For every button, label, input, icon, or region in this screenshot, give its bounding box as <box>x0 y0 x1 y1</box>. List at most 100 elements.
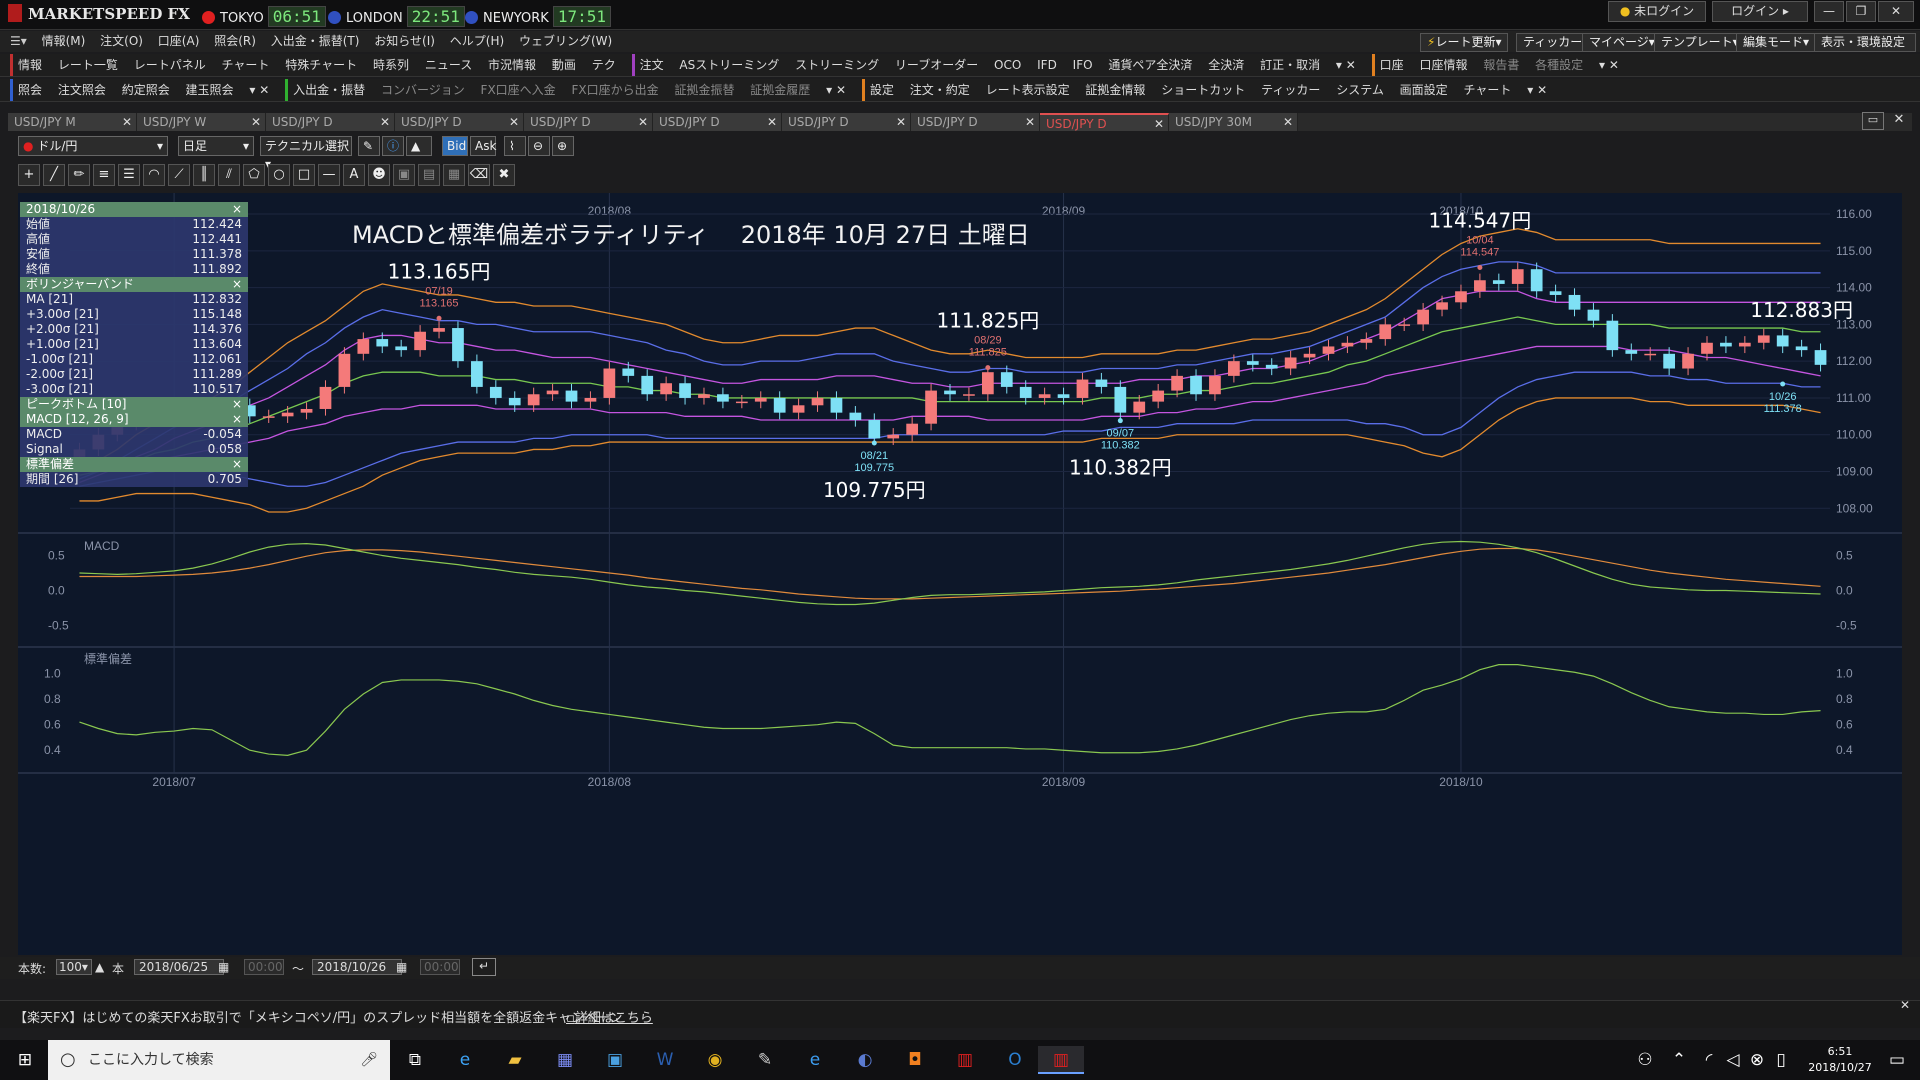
tab-chart[interactable]: USD/JPY D ✕ <box>911 113 1040 131</box>
tb-exec-inquiry[interactable]: 約定照会 <box>122 79 170 101</box>
tab-chart[interactable]: USD/JPY D ✕ <box>266 113 395 131</box>
marketspeed-fx-icon[interactable]: ▥ <box>1038 1046 1084 1074</box>
close-icon[interactable]: × <box>232 277 242 292</box>
tb-info[interactable]: 情報 <box>10 54 42 76</box>
menu-info[interactable]: 情報(M) <box>42 31 86 52</box>
explorer-icon[interactable]: ▰ <box>498 1046 532 1074</box>
tb-news[interactable]: ニュース <box>425 54 472 76</box>
tb-rate-panel[interactable]: レートパネル <box>134 54 206 76</box>
tb-more5-icon[interactable]: ▾ ✕ <box>1527 79 1547 101</box>
tb-all-settle[interactable]: 全決済 <box>1208 54 1244 76</box>
tb-margin-info[interactable]: 証拠金情報 <box>1085 79 1145 101</box>
app-icon[interactable]: ◐ <box>848 1046 882 1074</box>
info-icon[interactable]: ⓘ <box>382 136 404 156</box>
chart-area[interactable]: 2018/072018/072018/082018/082018/092018/… <box>18 193 1902 955</box>
tb-margin-history[interactable]: 証拠金履歴 <box>750 79 810 101</box>
close-tab-icon[interactable]: ✕ <box>1025 113 1035 131</box>
zoom-in-icon[interactable]: ⊕ <box>552 136 574 156</box>
pen-icon[interactable]: ✎ <box>358 136 380 156</box>
tb-conversion[interactable]: コンバージョン <box>381 79 465 101</box>
system-clock[interactable]: 6:51 2018/10/27 <box>1800 1044 1880 1076</box>
tb-rate-display[interactable]: レート表示設定 <box>986 79 1070 101</box>
to-date-input[interactable]: 2018/10/26 <box>312 959 402 975</box>
count-input[interactable]: 100▾ <box>56 959 92 975</box>
tb-as-streaming[interactable]: ASストリーミング <box>679 54 779 76</box>
tb-screen-settings[interactable]: 画面設定 <box>1400 79 1448 101</box>
fib-icon[interactable]: ☰ <box>118 164 140 186</box>
chart-type-icon[interactable]: ▲ <box>406 136 432 156</box>
display-settings-button[interactable]: 表示・環境設定▾ <box>1814 33 1916 66</box>
erase-all-icon[interactable]: ✖ <box>493 164 515 186</box>
circle-icon[interactable]: ○ <box>268 164 290 186</box>
close-icon[interactable]: × <box>232 202 242 217</box>
tb-inquiry[interactable]: 照会 <box>10 79 42 101</box>
tb-correct-cancel[interactable]: 訂正・取消 <box>1260 54 1320 76</box>
tb-config[interactable]: 設定 <box>861 79 894 101</box>
bid-button[interactable]: Bid <box>442 136 468 156</box>
close-icon[interactable]: × <box>232 412 242 427</box>
outlook-icon[interactable]: O <box>998 1046 1032 1074</box>
tab-chart[interactable]: USD/JPY D ✕ <box>782 113 911 131</box>
pentagon-icon[interactable]: ⬠ <box>243 164 265 186</box>
fan-icon[interactable]: ⟋ <box>168 164 190 186</box>
menu-order[interactable]: 注文(O) <box>100 31 143 52</box>
tab-chart[interactable]: USD/JPY W ✕ <box>137 113 266 131</box>
paint-icon[interactable]: ✎ <box>748 1046 782 1074</box>
rectangle-icon[interactable]: □ <box>293 164 315 186</box>
tb-order[interactable]: 注文 <box>631 54 664 76</box>
tb-tech[interactable]: テク <box>592 54 616 76</box>
compare-icon[interactable]: ⌇ <box>504 136 526 156</box>
edge-icon[interactable]: e <box>798 1046 832 1074</box>
tb-chart[interactable]: チャート <box>222 54 270 76</box>
mypage-button[interactable]: マイページ▾ <box>1582 33 1662 52</box>
tb-pair-settle[interactable]: 通貨ペア全決済 <box>1108 54 1192 76</box>
close-button[interactable]: ✕ <box>1878 1 1914 22</box>
menu-inquiry[interactable]: 照会(R) <box>214 31 256 52</box>
maximize-chart-icon[interactable]: ▭ <box>1862 112 1884 130</box>
tb-rate-list[interactable]: レート一覧 <box>58 54 118 76</box>
ask-button[interactable]: Ask <box>470 136 496 156</box>
minimize-button[interactable]: — <box>1814 1 1844 22</box>
to-time-input[interactable]: 00:00 <box>420 959 460 975</box>
tb-order-exec[interactable]: 注文・約定 <box>910 79 970 101</box>
menu-notice[interactable]: お知らせ(I) <box>374 31 435 52</box>
menu-help[interactable]: ヘルプ(H) <box>450 31 504 52</box>
close-tab-icon[interactable]: ✕ <box>767 113 777 131</box>
app2-icon[interactable]: ◘ <box>898 1046 932 1074</box>
ie-icon[interactable]: e <box>448 1046 482 1074</box>
tb-ifo[interactable]: IFO <box>1073 54 1093 76</box>
menu-webring[interactable]: ウェブリング(W) <box>519 31 612 52</box>
tb-streaming[interactable]: ストリーミング <box>795 54 879 76</box>
hline-icon[interactable]: — <box>318 164 340 186</box>
technical-select[interactable]: テクニカル選択▾ <box>260 136 352 171</box>
line-tool-icon[interactable]: ╱ <box>43 164 65 186</box>
close-chart-icon[interactable]: ✕ <box>1888 112 1910 130</box>
calendar-icon[interactable]: ▦ <box>218 960 229 974</box>
close-icon[interactable]: × <box>232 397 242 412</box>
tb-more2-icon[interactable]: ▾ ✕ <box>1599 54 1619 76</box>
close-icon[interactable]: × <box>232 457 242 472</box>
close-tab-icon[interactable]: ✕ <box>380 113 390 131</box>
arc-icon[interactable]: ◠ <box>143 164 165 186</box>
tb-deposit-transfer[interactable]: 入出金・振替 <box>285 79 365 101</box>
tb-ifd[interactable]: IFD <box>1037 54 1057 76</box>
chrome-icon[interactable]: ◉ <box>698 1046 732 1074</box>
vlines-icon[interactable]: ║ <box>193 164 215 186</box>
from-time-input[interactable]: 00:00 <box>244 959 284 975</box>
close-tab-icon[interactable]: ✕ <box>1154 115 1164 133</box>
tab-chart[interactable]: USD/JPY D ✕ <box>1040 113 1169 131</box>
tb-more-icon[interactable]: ▾ ✕ <box>1336 54 1356 76</box>
text-icon[interactable]: A <box>343 164 365 186</box>
tb-system[interactable]: システム <box>1336 79 1384 101</box>
tb-timeseries[interactable]: 時系列 <box>373 54 409 76</box>
task-view-icon[interactable]: ⧉ <box>398 1046 432 1074</box>
template-button[interactable]: テンプレート▾ <box>1654 33 1746 52</box>
currency-pair-select[interactable]: ● ドル/円 ▾ <box>18 136 168 156</box>
menu-transfer[interactable]: 入出金・振替(T) <box>271 31 360 52</box>
tb-fx-withdraw[interactable]: FX口座から出金 <box>572 79 659 101</box>
close-icon[interactable]: ✕ <box>1900 998 1910 1012</box>
layers-icon[interactable]: ▦ <box>443 164 465 186</box>
close-tab-icon[interactable]: ✕ <box>251 113 261 131</box>
tab-chart[interactable]: USD/JPY 30M ✕ <box>1169 113 1298 131</box>
count-spin-icon[interactable]: ▲ <box>95 960 104 974</box>
